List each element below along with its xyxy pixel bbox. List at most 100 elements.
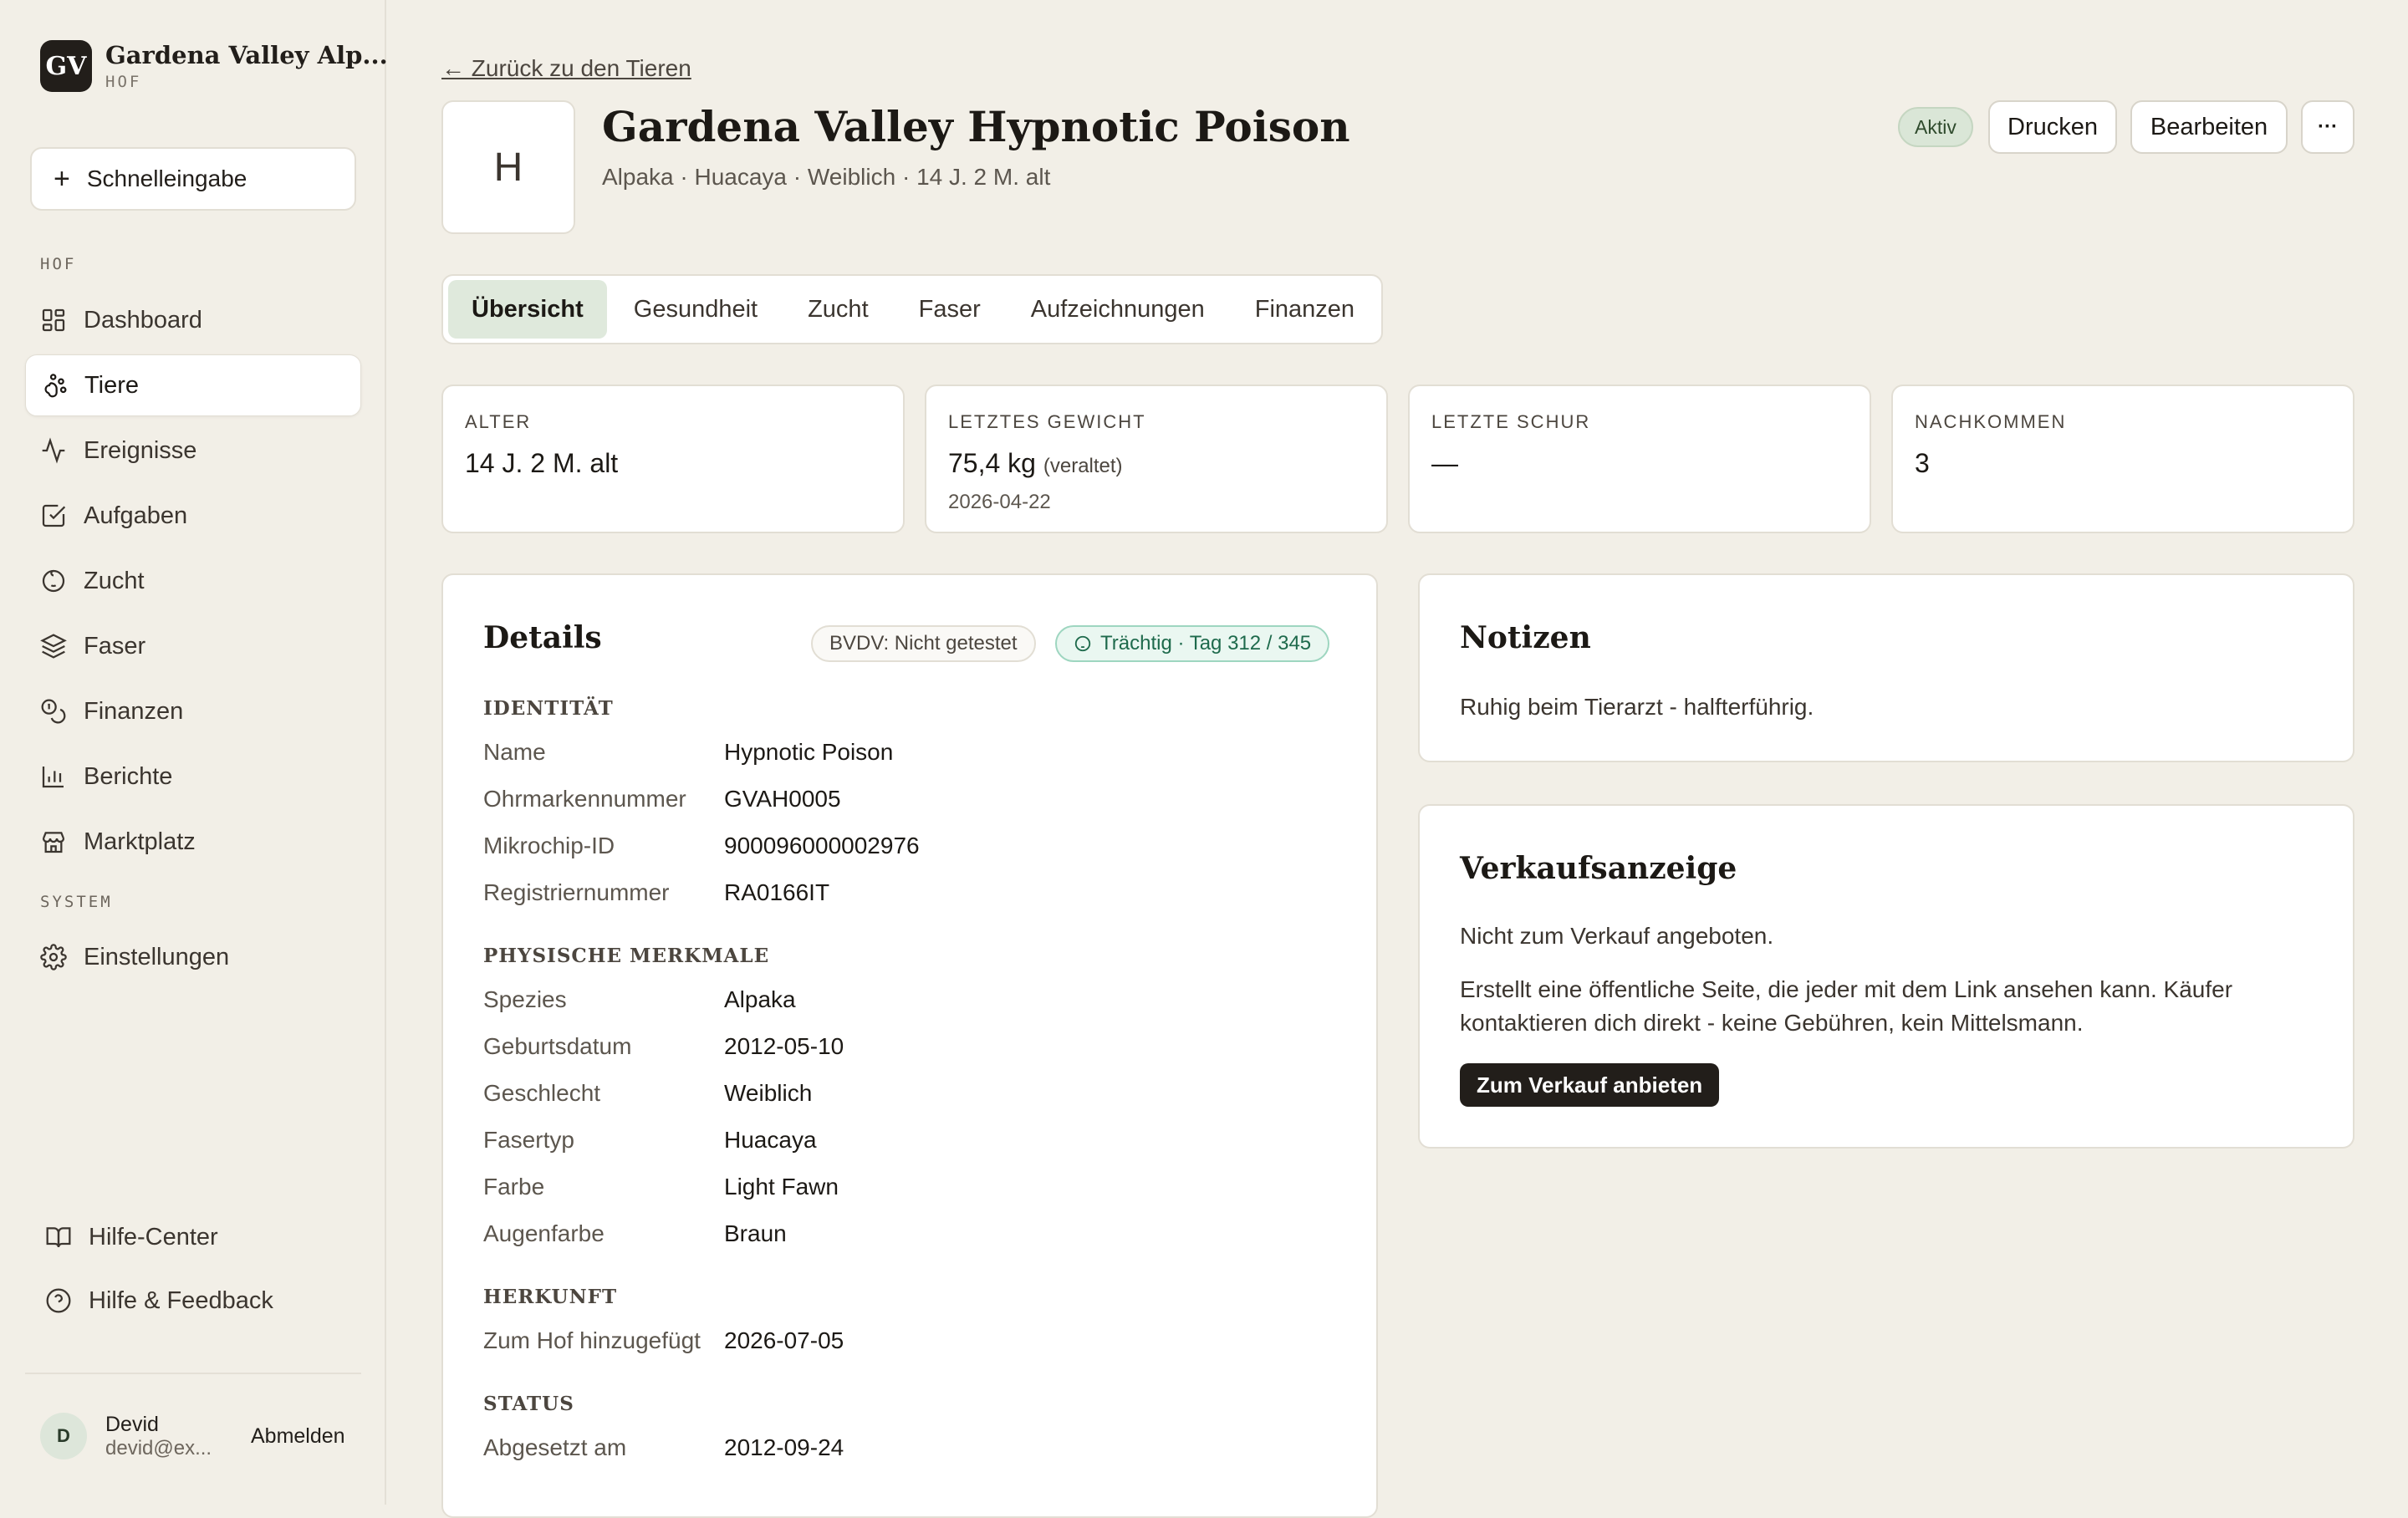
user-email: devid@ex... (105, 1436, 212, 1459)
sale-status: Nicht zum Verkauf angeboten. (1460, 923, 1774, 949)
detail-row: Geburtsdatum 2012-05-10 (483, 1033, 844, 1060)
detail-row: Fasertyp Huacaya (483, 1127, 817, 1154)
section-label-farm: HOF (40, 255, 77, 273)
quick-entry-button[interactable]: + Schnelleingabe (30, 147, 356, 211)
detail-value: Huacaya (724, 1127, 817, 1153)
edit-button[interactable]: Bearbeiten (2130, 100, 2288, 154)
baby-icon (1074, 635, 1091, 652)
detail-value: Braun (724, 1220, 787, 1246)
detail-row: Name Hypnotic Poison (483, 739, 893, 766)
baby-icon (42, 569, 65, 593)
detail-value: Alpaka (724, 986, 796, 1012)
gear-icon (40, 944, 67, 970)
detail-row: Registriernummer RA0166IT (483, 879, 829, 906)
detail-row: Farbe Light Fawn (483, 1174, 839, 1200)
sidebar-item-events[interactable]: Ereignisse (25, 420, 361, 481)
page-subtitle: Alpaka · Huacaya · Weiblich · 14 J. 2 M.… (602, 164, 1051, 190)
detail-value: GVAH0005 (724, 786, 841, 812)
book-icon (46, 1227, 71, 1248)
detail-key: Ohrmarkennummer (483, 786, 686, 812)
stat-label: ALTER (465, 411, 532, 432)
detail-key: Fasertyp (483, 1127, 574, 1153)
help-circle-icon (46, 1288, 71, 1313)
notes-title: Notizen (1460, 620, 1591, 655)
details-title: Details (483, 620, 602, 655)
detail-key: Registriernummer (483, 879, 670, 905)
detail-value: Hypnotic Poison (724, 739, 894, 765)
section-label-system: SYSTEM (40, 893, 113, 911)
offer-for-sale-button[interactable]: Zum Verkauf anbieten (1460, 1063, 1720, 1107)
sale-description: Erstellt eine öffentliche Seite, die jed… (1460, 976, 2233, 1036)
user-block: D Devid devid@ex... Abmelden (25, 1373, 361, 1498)
sidebar-item-tasks[interactable]: Aufgaben (25, 485, 361, 547)
brand[interactable]: GV Gardena Valley Alp... HOF (40, 40, 388, 92)
detail-row: Augenfarbe Braun (483, 1220, 787, 1247)
sidebar-item-fiber[interactable]: Faser (25, 615, 361, 677)
stat-value: — (1431, 448, 1458, 478)
detail-key: Abgesetzt am (483, 1434, 627, 1460)
notes-card: Notizen Ruhig beim Tierarzt - halfterfüh… (1418, 573, 2354, 762)
detail-row: Mikrochip-ID 900096000002976 (483, 833, 920, 859)
detail-key: Augenfarbe (483, 1220, 605, 1246)
detail-value: 2026-07-05 (724, 1327, 844, 1353)
help-center-link[interactable]: Hilfe-Center (45, 1212, 218, 1262)
details-card: Details BVDV: Nicht getestet Trächtig · … (441, 573, 1378, 1518)
detail-key: Mikrochip-ID (483, 833, 615, 858)
detail-value: Weiblich (724, 1080, 813, 1106)
tab-fiber[interactable]: Faser (895, 280, 1004, 339)
sidebar-item-animals[interactable]: Tiere (25, 354, 361, 416)
group-label-physical: PHYSISCHE MERKMALE (483, 945, 770, 967)
page-title: Gardena Valley Hypnotic Poison (602, 102, 1350, 151)
sidebar-item-label: Aufgaben (84, 502, 188, 529)
print-button[interactable]: Drucken (1988, 100, 2117, 154)
farm-name: Gardena Valley Alp... (105, 41, 388, 69)
detail-key: Farbe (483, 1174, 545, 1200)
sale-title: Verkaufsanzeige (1460, 851, 1737, 886)
detail-key: Spezies (483, 986, 567, 1012)
sidebar-item-label: Zucht (84, 567, 145, 594)
stat-value: 14 J. 2 M. alt (465, 448, 619, 478)
sidebar-item-reports[interactable]: Berichte (25, 746, 361, 807)
detail-row: Geschlecht Weiblich (483, 1080, 812, 1107)
checkbox-icon (42, 504, 66, 527)
bvdv-badge: BVDV: Nicht getestet (811, 625, 1036, 662)
sidebar-item-label: Marktplatz (84, 828, 196, 855)
sale-listing-card: Verkaufsanzeige Nicht zum Verkauf angebo… (1418, 804, 2354, 1149)
logout-button[interactable]: Abmelden (251, 1424, 345, 1449)
sidebar-item-label: Tiere (84, 371, 139, 399)
sidebar-item-settings[interactable]: Einstellungen (25, 926, 361, 988)
sidebar-item-label: Dashboard (84, 306, 202, 334)
detail-key: Geschlecht (483, 1080, 601, 1106)
tab-health[interactable]: Gesundheit (610, 280, 781, 339)
tab-finances[interactable]: Finanzen (1232, 280, 1378, 339)
detail-value: 900096000002976 (724, 833, 920, 858)
sidebar-item-breeding[interactable]: Zucht (25, 550, 361, 612)
sidebar-item-dashboard[interactable]: Dashboard (25, 289, 361, 351)
stat-label: NACHKOMMEN (1915, 411, 2067, 432)
farm-subtitle: HOF (105, 73, 142, 91)
stat-label: LETZTES GEWICHT (948, 411, 1146, 432)
stat-card-last-shear: LETZTE SCHUR — (1408, 385, 1871, 533)
quick-entry-label: Schnelleingabe (86, 166, 247, 191)
help-feedback-link[interactable]: Hilfe & Feedback (45, 1276, 273, 1326)
sidebar-item-label: Ereignisse (84, 436, 197, 464)
detail-value: 2012-09-24 (724, 1434, 844, 1460)
tab-overview[interactable]: Übersicht (448, 280, 607, 339)
stat-value: 3 (1915, 448, 1930, 478)
help-feedback-label: Hilfe & Feedback (89, 1286, 273, 1314)
sidebar-item-finances[interactable]: Finanzen (25, 680, 361, 742)
sidebar-item-marketplace[interactable]: Marktplatz (25, 811, 361, 873)
more-options-button[interactable]: ··· (2301, 100, 2354, 154)
store-icon (42, 832, 65, 853)
dashboard-icon (42, 308, 65, 332)
tab-records[interactable]: Aufzeichnungen (1008, 280, 1228, 339)
tab-breeding[interactable]: Zucht (784, 280, 892, 339)
back-link[interactable]: ← Zurück zu den Tieren (441, 55, 691, 82)
status-badge: Aktiv (1898, 107, 1973, 147)
stat-card-weight: LETZTES GEWICHT 75,4 kg (veraltet) 2026-… (925, 385, 1388, 533)
detail-row: Ohrmarkennummer GVAH0005 (483, 786, 841, 812)
stat-value: 75,4 kg (948, 448, 1036, 478)
brand-logo: GV (40, 40, 92, 92)
detail-value: RA0166IT (724, 879, 830, 905)
activity-icon (42, 437, 65, 464)
